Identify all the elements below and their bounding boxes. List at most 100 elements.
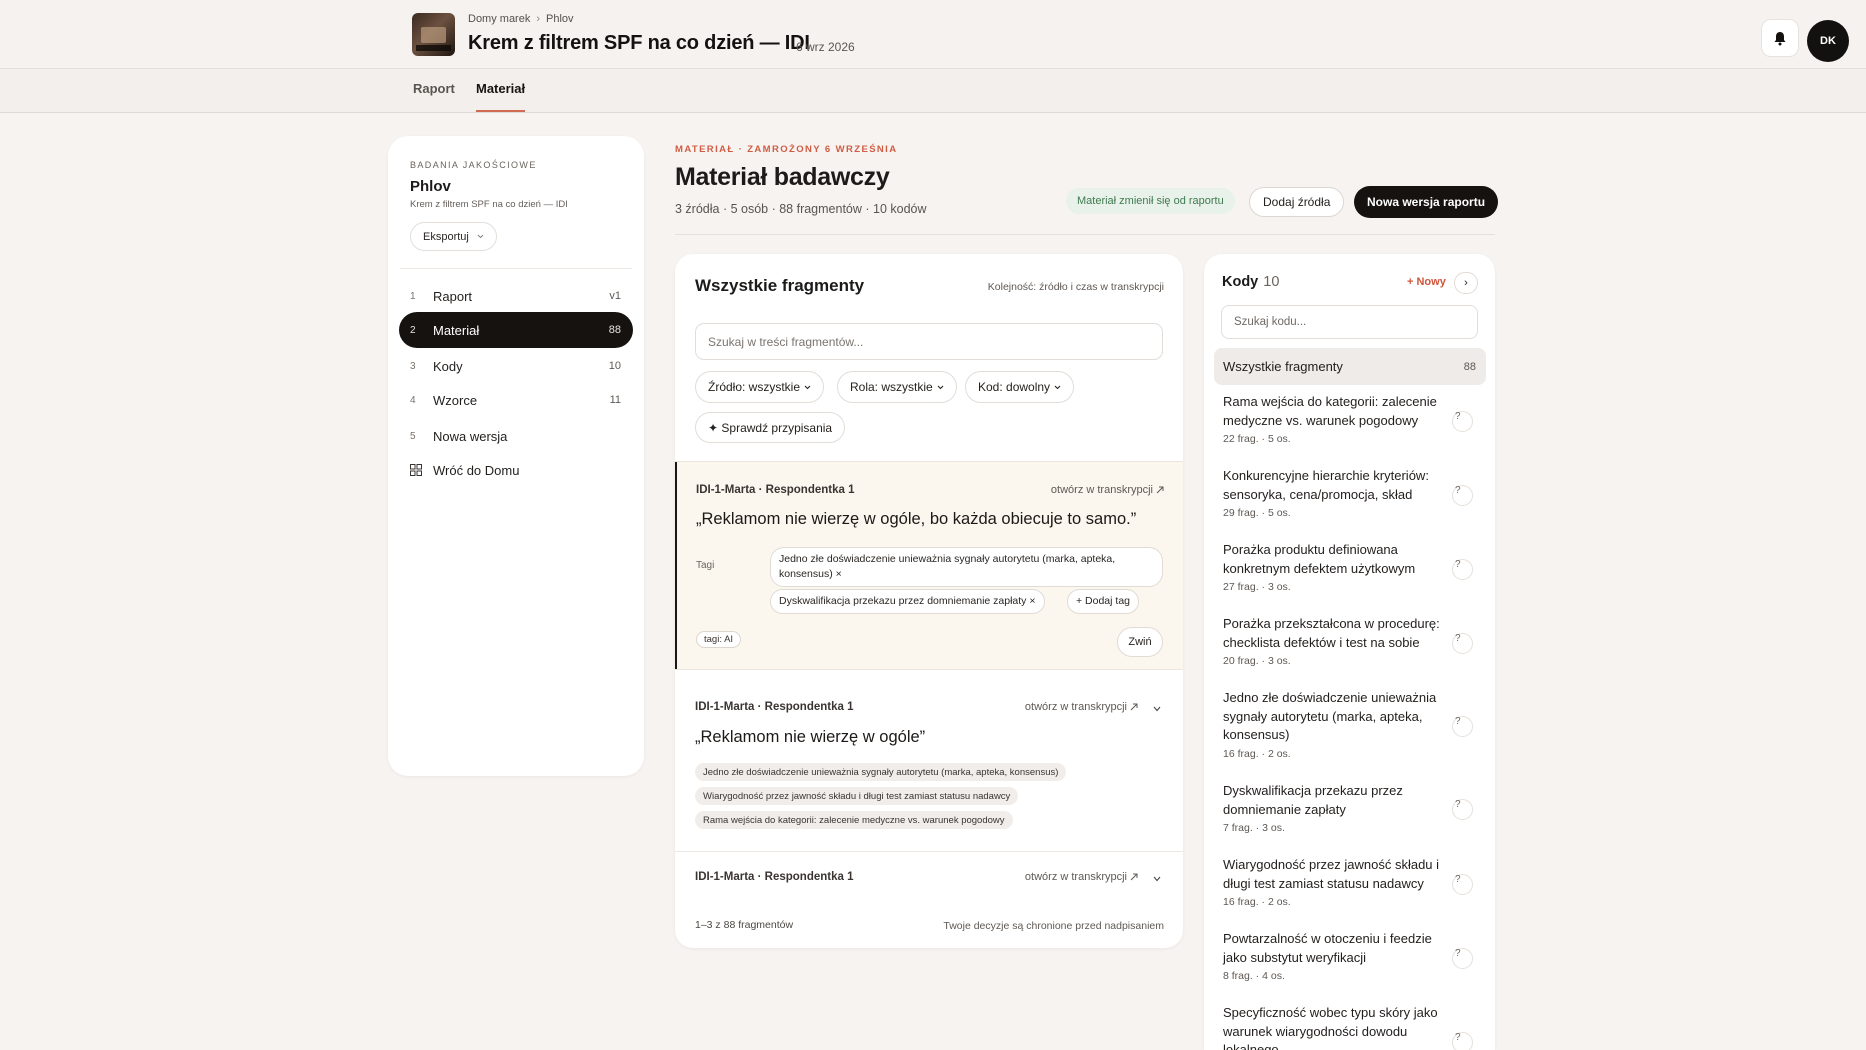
sidebar-item-count: 11 <box>609 394 621 406</box>
codes-title: Kody 10 <box>1222 274 1279 290</box>
sidebar-item-nowa-wersja[interactable]: 5 Nowa wersja <box>399 418 633 454</box>
code-item[interactable]: Specyficzność wobec typu skóry jako waru… <box>1223 1004 1445 1050</box>
codes-title-label: Kody <box>1222 274 1259 290</box>
fragment-quote: „Reklamom nie wierzę w ogóle” <box>695 728 926 746</box>
codes-search-input[interactable] <box>1221 305 1478 339</box>
sidebar-item-back-home[interactable]: Wróć do Domu <box>399 452 633 488</box>
code-title: Wiarygodność przez jawność składu i dług… <box>1223 857 1440 891</box>
project-thumbnail[interactable] <box>412 13 455 56</box>
sidebar: BADANIA JAKOŚCIOWE Phlov Krem z filtrem … <box>388 136 644 776</box>
code-tag[interactable]: Rama wejścia do kategorii: zalecenie med… <box>695 811 1013 829</box>
top-header: Domy marek › Phlov Krem z filtrem SPF na… <box>0 0 1866 69</box>
external-link-icon <box>1130 873 1138 881</box>
notifications-button[interactable] <box>1761 19 1799 57</box>
code-item[interactable]: Konkurencyjne hierarchie kryteriów: sens… <box>1223 467 1445 519</box>
tag-chip[interactable]: Jedno złe doświadczenie unieważnia sygna… <box>770 547 1163 587</box>
sidebar-item-label: Kody <box>433 358 463 374</box>
add-tag-button[interactable]: + Dodaj tag <box>1067 589 1139 614</box>
add-sources-button[interactable]: Dodaj źródła <box>1249 187 1345 217</box>
sidebar-item-label: Raport <box>433 288 473 304</box>
open-in-transcript-label: otwórz w transkrypcji <box>1050 484 1153 496</box>
filter-source[interactable]: Źródło: wszystkie <box>695 371 825 403</box>
help-icon[interactable]: ? <box>1452 485 1473 506</box>
filter-role[interactable]: Rola: wszystkie <box>837 371 957 403</box>
collapse-button[interactable]: Zwiń <box>1117 627 1163 657</box>
check-assignments-button[interactable]: ✦ Sprawdź przypisania <box>695 412 846 443</box>
chevron-down-icon <box>1054 385 1061 389</box>
main-kicker: MATERIAŁ · ZAMROŻONY 6 WRZEŚNIA <box>675 144 898 155</box>
help-icon[interactable]: ? <box>1452 948 1473 969</box>
page-title: Krem z filtrem SPF na co dzień — IDI <box>468 32 810 54</box>
breadcrumb-item-home[interactable]: Domy marek <box>468 13 530 25</box>
help-icon[interactable]: ? <box>1452 1032 1473 1050</box>
code-title: Jedno złe doświadczenie unieważnia sygna… <box>1223 690 1437 742</box>
sidebar-item-label: Wzorce <box>433 392 478 408</box>
sidebar-item-count: v1 <box>609 290 621 302</box>
sidebar-item-raport[interactable]: 1 Raport v1 <box>399 278 633 314</box>
fragments-title: Wszystkie fragmenty <box>695 276 865 295</box>
material-changed-badge: Materiał zmienił się od raportu <box>1066 188 1235 214</box>
chevron-right-icon[interactable]: › <box>1454 272 1478 294</box>
open-in-transcript-label: otwórz w transkrypcji <box>1024 871 1127 883</box>
open-in-transcript-link[interactable]: otwórz w transkrypcji <box>1025 871 1138 883</box>
fragments-panel: Wszystkie fragmenty Kolejność: źródło i … <box>675 254 1183 948</box>
new-report-version-button[interactable]: Nowa wersja raportu <box>1354 186 1499 218</box>
main-title: Materiał badawczy <box>675 163 890 191</box>
sidebar-item-label: Materiał <box>433 322 480 338</box>
sidebar-project-subtitle: Krem z filtrem SPF na co dzień — IDI <box>410 199 568 210</box>
sidebar-item-number: 5 <box>410 430 416 442</box>
help-icon[interactable]: ? <box>1452 411 1473 432</box>
code-item[interactable]: Dyskwalifikacja przekazu przez domnieman… <box>1223 782 1445 834</box>
code-meta: 27 frag. · 3 os. <box>1223 581 1291 593</box>
sidebar-item-material[interactable]: 2 Materiał 88 <box>399 312 633 348</box>
tag-chip[interactable]: Dyskwalifikacja przekazu przez domnieman… <box>770 589 1045 614</box>
filter-code[interactable]: Kod: dowolny <box>965 371 1075 403</box>
code-item[interactable]: Rama wejścia do kategorii: zalecenie med… <box>1223 393 1445 445</box>
fragment-source: IDI-1-Marta · Respondentka 1 <box>695 871 854 883</box>
code-item[interactable]: Porażka przekształcona w procedurę: chec… <box>1223 615 1445 667</box>
fragments-search-input[interactable] <box>695 323 1163 360</box>
help-icon[interactable]: ? <box>1452 799 1473 820</box>
main-stats: 3 źródła · 5 osób · 88 fragmentów · 10 k… <box>675 202 927 216</box>
help-icon[interactable]: ? <box>1452 633 1473 654</box>
code-title: Konkurencyjne hierarchie kryteriów: sens… <box>1223 468 1429 502</box>
open-in-transcript-link[interactable]: otwórz w transkrypcji <box>1025 701 1138 713</box>
codes-all-label: Wszystkie fragmenty <box>1223 359 1343 374</box>
code-item[interactable]: Jedno złe doświadczenie unieważnia sygna… <box>1223 689 1445 760</box>
fragments-order[interactable]: Kolejność: źródło i czas w transkrypcji <box>988 281 1164 293</box>
code-title: Powtarzalność w otoczeniu i feedzie jako… <box>1223 931 1432 965</box>
tab-material[interactable]: Materiał <box>476 81 526 112</box>
code-item[interactable]: Powtarzalność w otoczeniu i feedzie jako… <box>1223 930 1445 982</box>
chevron-down-icon[interactable] <box>1153 876 1161 882</box>
fragment-quote: „Reklamom nie wierzę w ogóle, bo każda o… <box>696 510 1137 528</box>
tags-label: Tagi <box>696 560 715 571</box>
tab-raport[interactable]: Raport <box>413 81 455 112</box>
chevron-down-icon[interactable] <box>1153 706 1161 712</box>
chevron-down-icon <box>804 385 811 389</box>
help-icon[interactable]: ? <box>1452 874 1473 895</box>
code-title: Porażka przekształcona w procedurę: chec… <box>1223 616 1440 650</box>
open-in-transcript-link[interactable]: otwórz w transkrypcji <box>1051 484 1164 496</box>
export-button[interactable]: Eksportuj <box>410 222 497 251</box>
code-tag[interactable]: Wiarygodność przez jawność składu i dług… <box>695 787 1019 805</box>
code-tag[interactable]: Jedno złe doświadczenie unieważnia sygna… <box>695 763 1067 781</box>
code-meta: 29 frag. · 5 os. <box>1223 507 1291 519</box>
code-item[interactable]: Porażka produktu definiowana konkretnym … <box>1223 541 1445 593</box>
sidebar-item-wzorce[interactable]: 4 Wzorce 11 <box>399 382 633 418</box>
ai-tags-chip: tagi: AI <box>696 631 742 648</box>
code-meta: 16 frag. · 2 os. <box>1223 896 1291 908</box>
help-icon[interactable]: ? <box>1452 716 1473 737</box>
sidebar-project-name: Phlov <box>410 178 451 195</box>
help-icon[interactable]: ? <box>1452 559 1473 580</box>
sidebar-kicker: BADANIA JAKOŚCIOWE <box>410 160 537 170</box>
sidebar-item-number: 1 <box>410 290 416 302</box>
new-code-button[interactable]: + Nowy <box>1407 276 1446 288</box>
breadcrumb-item-brand[interactable]: Phlov <box>546 13 574 25</box>
code-meta: 22 frag. · 5 os. <box>1223 433 1291 445</box>
sidebar-item-number: 2 <box>410 324 416 336</box>
sidebar-item-kody[interactable]: 3 Kody 10 <box>399 348 633 384</box>
fragment-item-expanded[interactable]: IDI-1-Marta · Respondentka 1 otwórz w tr… <box>675 461 1183 670</box>
codes-all-fragments[interactable]: Wszystkie fragmenty 88 <box>1214 348 1486 385</box>
code-item[interactable]: Wiarygodność przez jawność składu i dług… <box>1223 856 1445 908</box>
avatar[interactable]: DK <box>1807 20 1849 62</box>
